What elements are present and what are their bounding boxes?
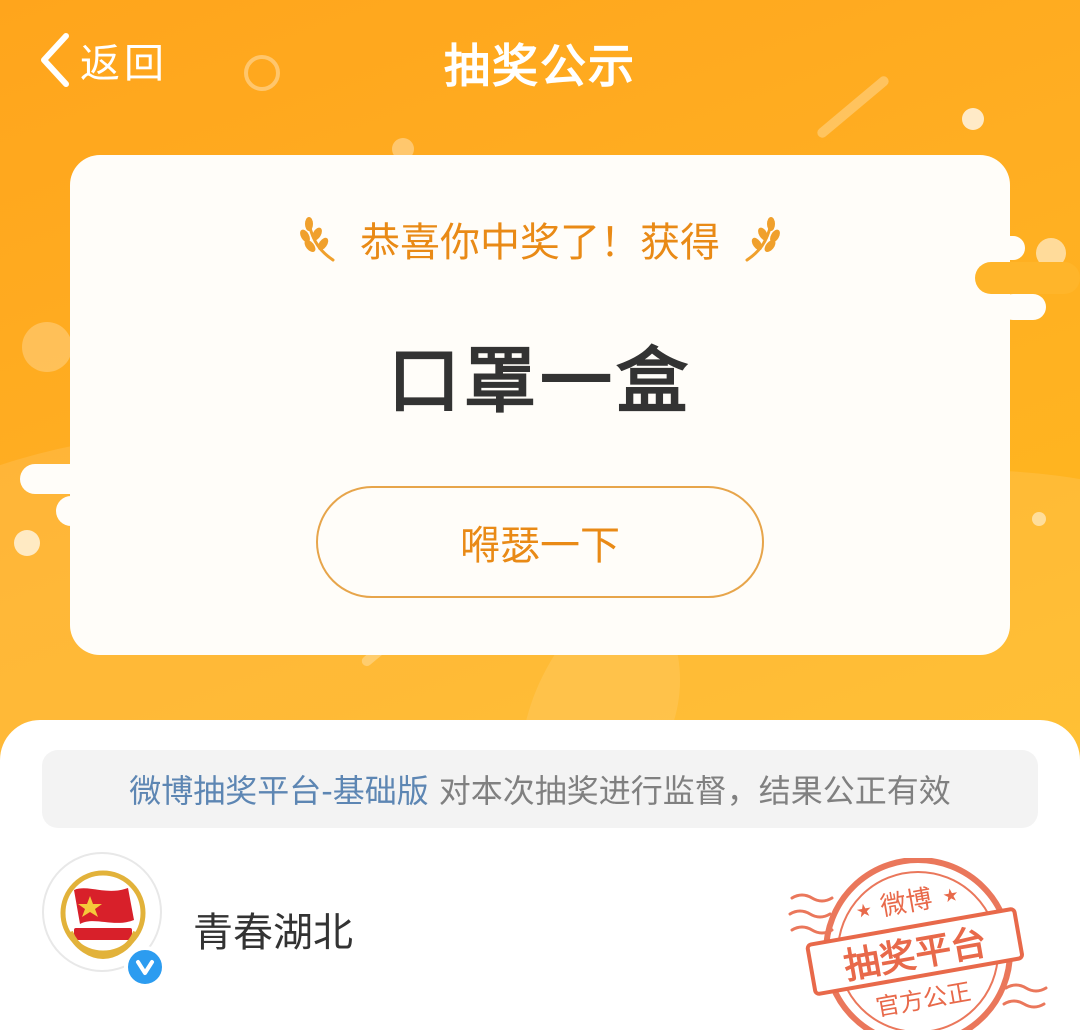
card-decor-pill bbox=[1000, 294, 1046, 320]
decor-dot bbox=[1032, 512, 1046, 526]
page-title: 抽奖公示 bbox=[444, 39, 636, 93]
notice-text: 对本次抽奖进行监督，结果公正有效 bbox=[438, 772, 951, 810]
congrats-text: 恭喜你中奖了！获得 bbox=[360, 220, 720, 266]
verified-badge-icon bbox=[124, 946, 166, 988]
card-decor-pill bbox=[56, 496, 104, 526]
publisher-name[interactable]: 青春湖北 bbox=[193, 900, 353, 958]
card-decor-pill bbox=[20, 464, 100, 494]
decor-dot bbox=[14, 530, 40, 556]
show-off-button[interactable]: 嘚瑟一下 bbox=[316, 486, 764, 598]
stamp-bottom: 官方公正 bbox=[874, 978, 973, 1022]
wheat-icon bbox=[745, 217, 780, 262]
wheat-icon bbox=[300, 217, 335, 262]
congrats-line: 恭喜你中奖了！获得 bbox=[0, 210, 1080, 268]
stamp-star-right-icon: ★ bbox=[941, 884, 961, 907]
platform-link[interactable]: 微博抽奖平台-基础版 bbox=[129, 766, 429, 812]
prize-name: 口罩一盒 bbox=[387, 339, 692, 423]
stamp-top: 微博 bbox=[878, 884, 934, 923]
top-bar: 返回 抽奖公示 bbox=[0, 0, 1080, 120]
supervision-notice: 微博抽奖平台-基础版 对本次抽奖进行监督，结果公正有效 bbox=[42, 750, 1038, 828]
stamp-star-left-icon: ★ bbox=[854, 899, 874, 922]
lottery-stamp: 抽奖平台 微博 ★ ★ 官方公正 bbox=[788, 858, 1048, 1030]
